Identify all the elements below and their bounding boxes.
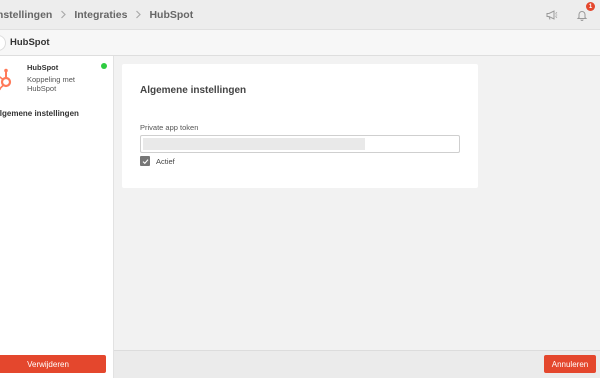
token-input[interactable]	[140, 135, 460, 153]
token-masked-value	[143, 138, 365, 150]
back-button[interactable]	[0, 35, 6, 51]
active-label: Actief	[156, 157, 175, 166]
breadcrumb: Instellingen Integraties HubSpot	[0, 9, 193, 21]
sidebar: HubSpot Koppeling met HubSpot Algemene i…	[0, 56, 114, 378]
page-title: HubSpot	[10, 37, 50, 48]
app-name: HubSpot	[27, 63, 59, 72]
breadcrumb-item-instellingen[interactable]: Instellingen	[0, 9, 52, 21]
megaphone-icon	[546, 10, 558, 20]
notification-badge: 1	[586, 2, 595, 11]
hubspot-logo-icon	[0, 68, 12, 91]
checkmark-icon	[142, 158, 148, 164]
app-card-hubspot[interactable]: HubSpot Koppeling met HubSpot	[0, 61, 114, 101]
chevron-right-icon	[127, 10, 149, 19]
cancel-button[interactable]: Annuleren	[544, 355, 596, 373]
bell-icon	[576, 11, 588, 21]
footer-bar: Annuleren	[114, 350, 600, 378]
card-title: Algemene instellingen	[140, 85, 247, 96]
breadcrumb-item-integraties[interactable]: Integraties	[74, 9, 127, 21]
app-description: Koppeling met HubSpot	[27, 75, 75, 93]
top-bar: Instellingen Integraties HubSpot 1	[0, 0, 600, 30]
status-indicator	[101, 63, 107, 69]
announcement-button[interactable]	[544, 7, 560, 23]
settings-card: Algemene instellingen Private app token …	[122, 64, 478, 188]
active-checkbox[interactable]	[140, 156, 150, 166]
delete-button[interactable]: Verwijderen	[0, 355, 106, 373]
breadcrumb-item-hubspot: HubSpot	[149, 8, 194, 21]
chevron-right-icon	[52, 10, 74, 19]
notifications-button[interactable]: 1	[574, 2, 595, 23]
token-label: Private app token	[140, 123, 199, 132]
page-header: HubSpot	[0, 30, 600, 56]
sidebar-item-general-settings[interactable]: Algemene instellingen	[0, 109, 79, 118]
